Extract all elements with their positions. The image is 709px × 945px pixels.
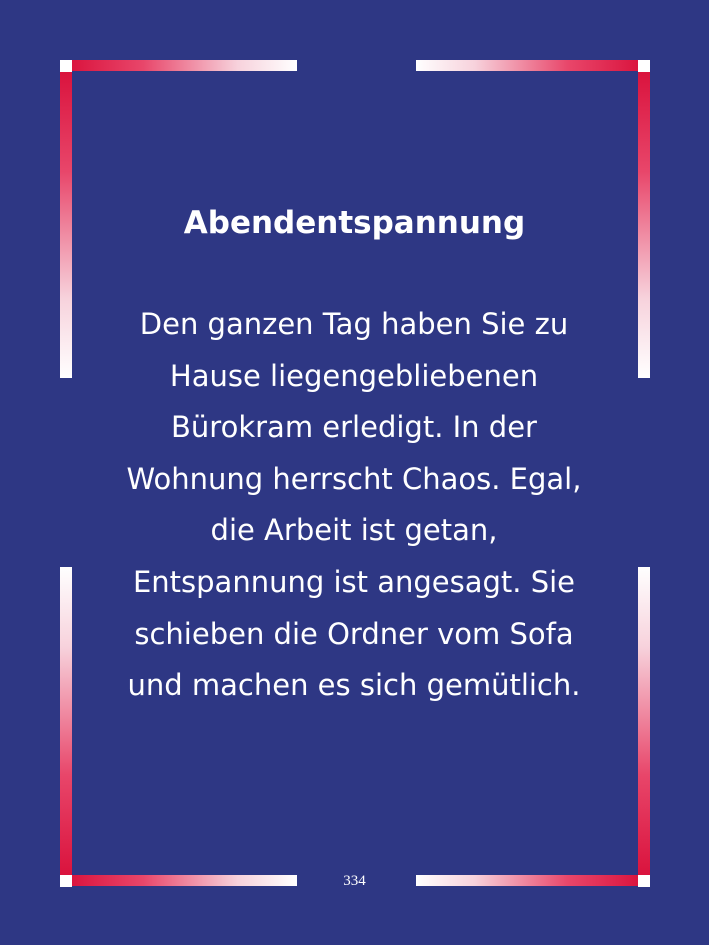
body-line: und machen es sich gemütlich. bbox=[127, 668, 581, 703]
frame-corner-top-right bbox=[638, 60, 650, 72]
body-line: Hause liegengebliebenen bbox=[169, 358, 539, 393]
frame-corner-top-left bbox=[60, 60, 72, 72]
body-line: Den ganzen Tag haben Sie zu bbox=[139, 307, 569, 341]
frame-bar-top-left bbox=[60, 60, 297, 71]
body-line: schieben die Ordner vom Sofa bbox=[134, 616, 574, 651]
frame-bar-top-right bbox=[416, 60, 650, 71]
body-text: Den ganzen Tag haben Sie zu Hause liegen… bbox=[90, 299, 618, 712]
body-line: Wohnung herrscht Chaos. Egal, bbox=[126, 461, 582, 496]
body-line: Entspannung ist angesagt. Sie bbox=[132, 564, 576, 599]
page-number: 334 bbox=[343, 873, 366, 889]
body-line: die Arbeit ist getan, bbox=[210, 513, 498, 548]
page-title: Abendentspannung bbox=[183, 205, 526, 241]
frame-bar-right-bottom bbox=[638, 567, 650, 887]
frame-bar-left-bottom bbox=[60, 567, 72, 887]
body-line: Bürokram erledigt. In der bbox=[171, 410, 537, 445]
